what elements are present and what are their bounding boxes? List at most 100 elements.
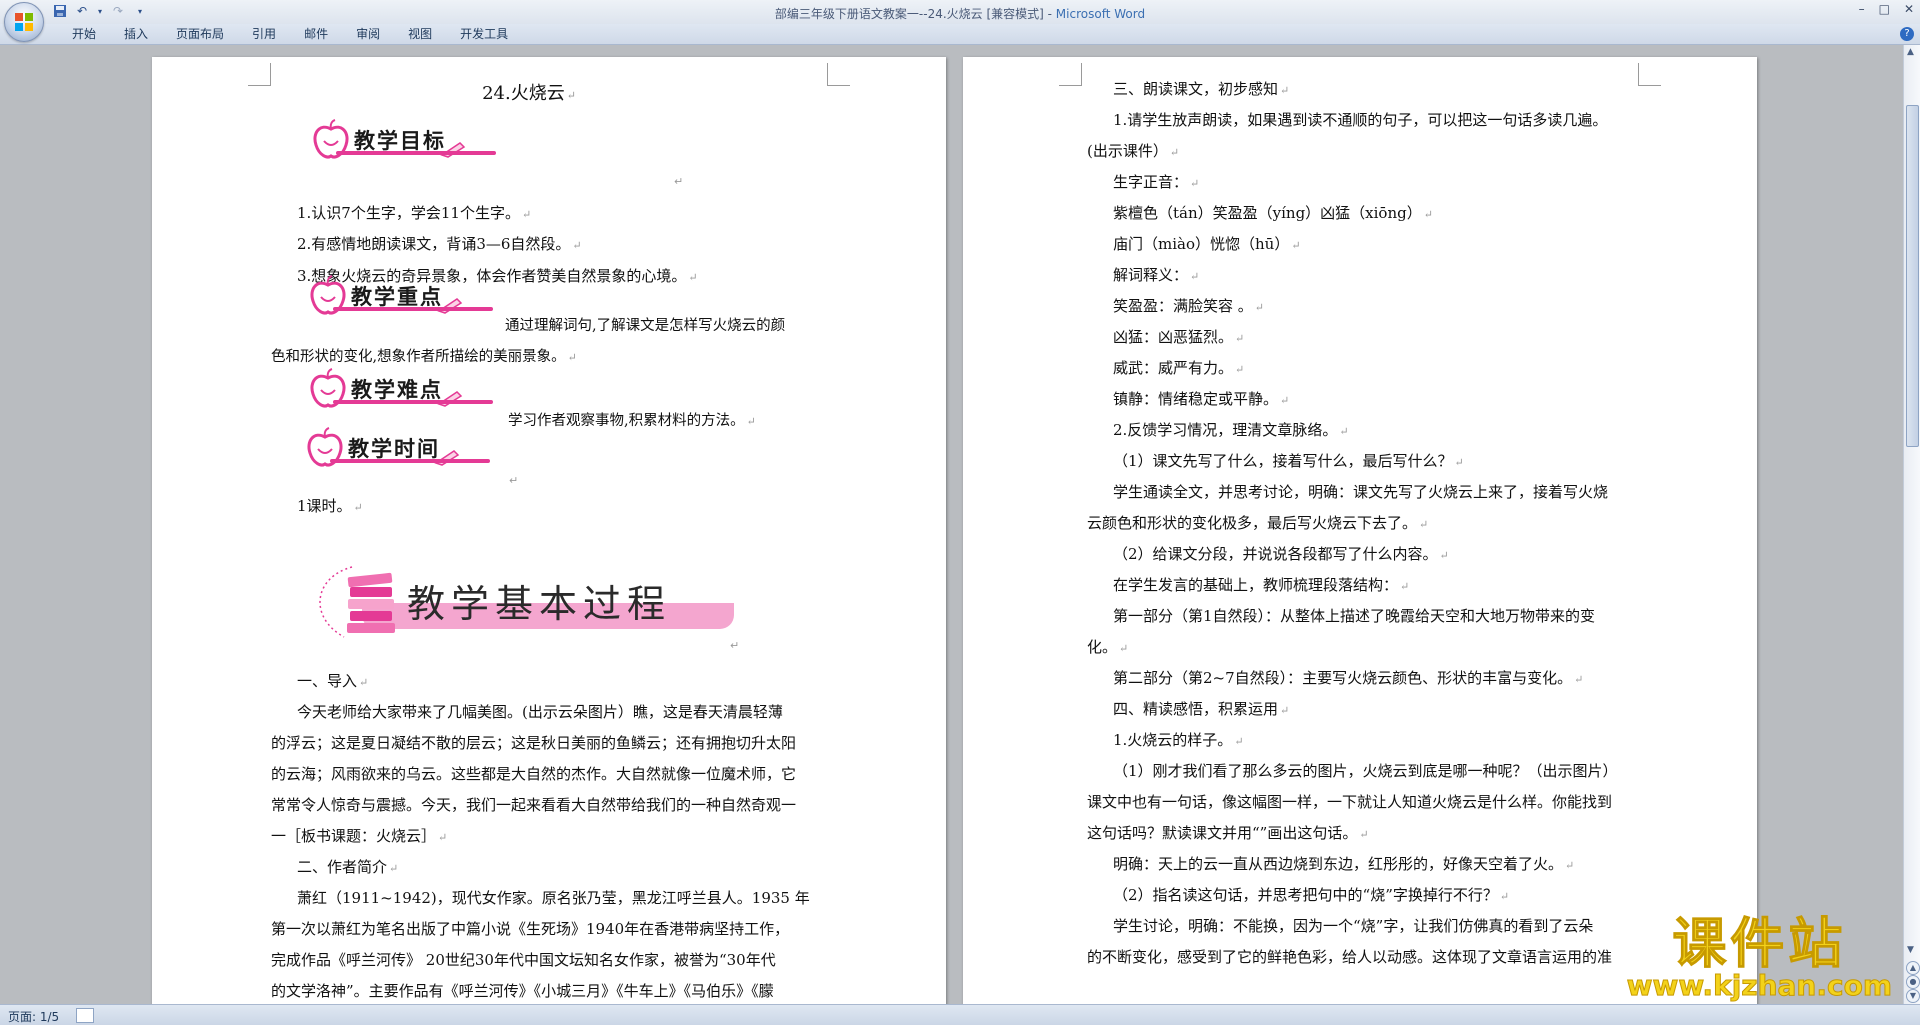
- next-page-icon[interactable]: ▼: [1906, 989, 1920, 1003]
- banner-label: 教学基本过程: [407, 582, 672, 626]
- paragraph-line: 学生讨论，明确：不能换，因为一个“烧”字，让我们仿佛真的看到了云朵: [1113, 917, 1594, 935]
- paragraph-line: 2.反馈学习情况，理清文章脉络。 ↵: [1113, 421, 1349, 439]
- paragraph-line: 凶猛：凶恶猛烈。 ↵: [1113, 328, 1245, 346]
- title-bar: 部编三年级下册语文教案一--24.火烧云 [兼容模式] - Microsoft …: [0, 0, 1920, 24]
- watermark-url: www.kjzhan.com: [1626, 969, 1892, 1002]
- page-count[interactable]: 页面: 1/5: [8, 1008, 59, 1025]
- office-logo-icon: [15, 13, 33, 31]
- paragraph-line: 紫檀色（tán）笑盈盈（yíng）凶猛（xiōng） ↵: [1113, 204, 1433, 222]
- maximize-button[interactable]: □: [1879, 2, 1890, 16]
- paragraph-line: 明确：天上的云一直从西边烧到东边，红彤彤的，好像天空着了火。 ↵: [1113, 855, 1575, 873]
- banner-difficulty: 教学难点: [307, 368, 493, 410]
- paragraph-line: 第一次以萧红为笔名出版了中篇小说《生死场》1940年在香港带病坚持工作，: [271, 920, 790, 938]
- tab-insert[interactable]: 插入: [110, 27, 162, 41]
- time-text: 1课时。 ↵: [297, 497, 363, 515]
- crop-mark: [1059, 63, 1082, 86]
- paragraph-line: 一［板书课题：火烧云］ ↵: [271, 827, 448, 845]
- document-title: 部编三年级下册语文教案一--24.火烧云 [兼容模式] -: [774, 7, 1056, 21]
- page-title: 24.火烧云 ↵: [482, 83, 576, 104]
- goal-item: 2.有感情地朗读课文，背诵3—6自然段。 ↵: [297, 235, 582, 253]
- paragraph-line: （2）指名读这句话，并思考把句中的“烧”字换掉行不行？ ↵: [1113, 886, 1510, 904]
- customize-toolbar-icon[interactable]: ▾: [132, 3, 148, 19]
- minimize-button[interactable]: –: [1859, 2, 1865, 16]
- paragraph-line: 威武：威严有力。 ↵: [1113, 359, 1245, 377]
- paragraph-line: 今天老师给大家带来了几幅美图。(出示云朵图片）瞧，这是春天清晨轻薄: [297, 703, 783, 721]
- window-title: 部编三年级下册语文教案一--24.火烧云 [兼容模式] - Microsoft …: [0, 5, 1920, 22]
- save-icon[interactable]: [52, 3, 68, 19]
- paragraph-line: 的浮云；这是夏日凝结不散的层云；这是秋日美丽的鱼鳞云；还有拥抱切升太阳: [271, 734, 797, 752]
- tab-developer[interactable]: 开发工具: [446, 27, 522, 41]
- section-heading: 四、精读感悟，积累运用 ↵: [1113, 700, 1290, 718]
- paragraph-line: 常常令人惊奇与震撼。今天，我们一起来看看大自然带给我们的一种自然奇观一: [271, 796, 797, 814]
- tab-references[interactable]: 引用: [238, 27, 290, 41]
- undo-icon[interactable]: ↶: [74, 3, 90, 19]
- paragraph-line: 笑盈盈：满脸笑容 。 ↵: [1113, 297, 1264, 315]
- pencil-hand-icon: [437, 298, 463, 314]
- quick-access-toolbar: ↶ ▾ ↷ ▾: [52, 3, 148, 19]
- paragraph-line: 庙门（miào）恍惚（hū） ↵: [1113, 235, 1301, 253]
- paragraph-line: 的不断变化，感受到了它的鲜艳色彩，给人以动感。这体现了文章语言运用的准: [1087, 948, 1613, 966]
- paragraph-line: 1.火烧云的样子。 ↵: [1113, 731, 1244, 749]
- tab-review[interactable]: 审阅: [342, 27, 394, 41]
- watermark-logo: 课件站 www.kjzhan.com: [1626, 912, 1892, 1002]
- select-browse-object-icon[interactable]: ●: [1906, 975, 1920, 989]
- ribbon-tabs: 开始 插入 页面布局 引用 邮件 审阅 视图 开发工具: [58, 27, 522, 41]
- document-page-1[interactable]: 24.火烧云 ↵ 教学目标 ↵ 1.认识7个生字，学会11个生字。 ↵ 2.有感情地…: [152, 57, 946, 1005]
- paragraph-line: 化。 ↵: [1087, 638, 1129, 656]
- pencil-hand-icon: [437, 391, 463, 407]
- pencil-hand-icon: [434, 450, 460, 466]
- paragraph-line: （2）给课文分段，并说说各段都写了什么内容。 ↵: [1113, 545, 1449, 563]
- banner-underline: [333, 307, 493, 311]
- previous-page-icon[interactable]: ▲: [1906, 961, 1920, 975]
- paragraph-line: 第一部分（第1自然段）：从整体上描述了晚霞给天空和大地万物带来的变: [1113, 607, 1596, 625]
- paragraph-line: 第二部分（第2~7自然段）：主要写火烧云颜色、形状的丰富与变化。 ↵: [1113, 669, 1584, 687]
- paragraph-line: 在学生发言的基础上，教师梳理段落结构： ↵: [1113, 576, 1410, 594]
- banner-underline: [336, 151, 496, 155]
- watermark-text: 课件站: [1672, 912, 1847, 975]
- paragraph-line: 萧红（1911~1942)，现代女作家。原名张乃莹，黑龙江呼兰县人。1935 年: [297, 889, 810, 907]
- paragraph-line: 的云海；风雨欲来的乌云。这些都是大自然的杰作。大自然就像一位魔术师，它: [271, 765, 797, 783]
- tab-page-layout[interactable]: 页面布局: [162, 27, 238, 41]
- crop-mark: [827, 63, 850, 86]
- tab-home[interactable]: 开始: [58, 27, 110, 41]
- app-name: Microsoft Word: [1055, 7, 1146, 21]
- paragraph-line: 解词释义： ↵: [1113, 266, 1200, 284]
- help-icon[interactable]: ?: [1900, 27, 1914, 41]
- paragraph-line: 生字正音： ↵: [1113, 173, 1200, 191]
- paragraph-line: 的文学洛神”。主要作品有《呼兰河传》《小城三月》《牛车上》《马伯乐》《朦: [271, 982, 774, 1000]
- banner-teaching-time: 教学时间: [304, 427, 490, 469]
- paragraph-line: （1）课文先写了什么，接着写什么，最后写什么？ ↵: [1113, 452, 1464, 470]
- paragraph-line: （1）刚才我们看了那么多云的图片，火烧云到底是哪一种呢？（出示图片）: [1113, 762, 1618, 780]
- section-heading: 一、导入 ↵: [297, 672, 369, 690]
- close-button[interactable]: ✕: [1904, 2, 1914, 16]
- paragraph-line: 云颜色和形状的变化极多，最后写火烧云下去了。 ↵: [1087, 514, 1429, 532]
- paragraph-line: 镇静：情绪稳定或平静。 ↵: [1113, 390, 1290, 408]
- section-heading: 二、作者简介 ↵: [297, 858, 399, 876]
- paragraph-line: 1.请学生放声朗读，如果遇到读不通顺的句子，可以把这一句话多读几遍。: [1113, 111, 1608, 129]
- window-controls: – □ ✕: [1859, 2, 1914, 16]
- vertical-scrollbar[interactable]: ▲ ▼ ▲ ● ▼: [1903, 45, 1920, 1005]
- status-bar: 页面: 1/5: [0, 1004, 1920, 1025]
- crop-mark: [1638, 63, 1661, 86]
- banner-teaching-goal: 教学目标: [310, 119, 496, 161]
- proofing-icon[interactable]: [76, 1008, 94, 1023]
- scrollbar-thumb[interactable]: [1906, 105, 1919, 447]
- undo-dropdown-icon[interactable]: ▾: [96, 3, 104, 19]
- scroll-down-icon[interactable]: ▼: [1907, 945, 1914, 955]
- section-heading: 三、朗读课文，初步感知 ↵: [1113, 80, 1290, 98]
- crop-mark: [248, 63, 271, 86]
- paragraph-line: (出示课件） ↵: [1087, 142, 1180, 160]
- banner-underline: [333, 400, 493, 404]
- document-area[interactable]: 24.火烧云 ↵ 教学目标 ↵ 1.认识7个生字，学会11个生字。 ↵ 2.有感情地…: [0, 45, 1904, 1005]
- ribbon: 开始 插入 页面布局 引用 邮件 审阅 视图 开发工具 ?: [0, 24, 1920, 45]
- redo-icon[interactable]: ↷: [110, 3, 126, 19]
- document-page-2[interactable]: 三、朗读课文，初步感知 ↵ 1.请学生放声朗读，如果遇到读不通顺的句子，可以把这一…: [963, 57, 1757, 1005]
- scroll-up-icon[interactable]: ▲: [1907, 47, 1914, 57]
- tab-mailings[interactable]: 邮件: [290, 27, 342, 41]
- paragraph-line: 课文中也有一句话，像这幅图一样，一下就让人知道火烧云是什么样。你能找到: [1087, 793, 1613, 811]
- banner-teaching-process: 教学基本过程: [304, 557, 734, 645]
- office-button[interactable]: [4, 2, 44, 42]
- paragraph-line: 这句话吗？默读课文并用“”画出这句话。 ↵: [1087, 824, 1369, 842]
- difficulty-text: 学习作者观察事物,积累材料的方法。 ↵: [508, 413, 756, 429]
- tab-view[interactable]: 视图: [394, 27, 446, 41]
